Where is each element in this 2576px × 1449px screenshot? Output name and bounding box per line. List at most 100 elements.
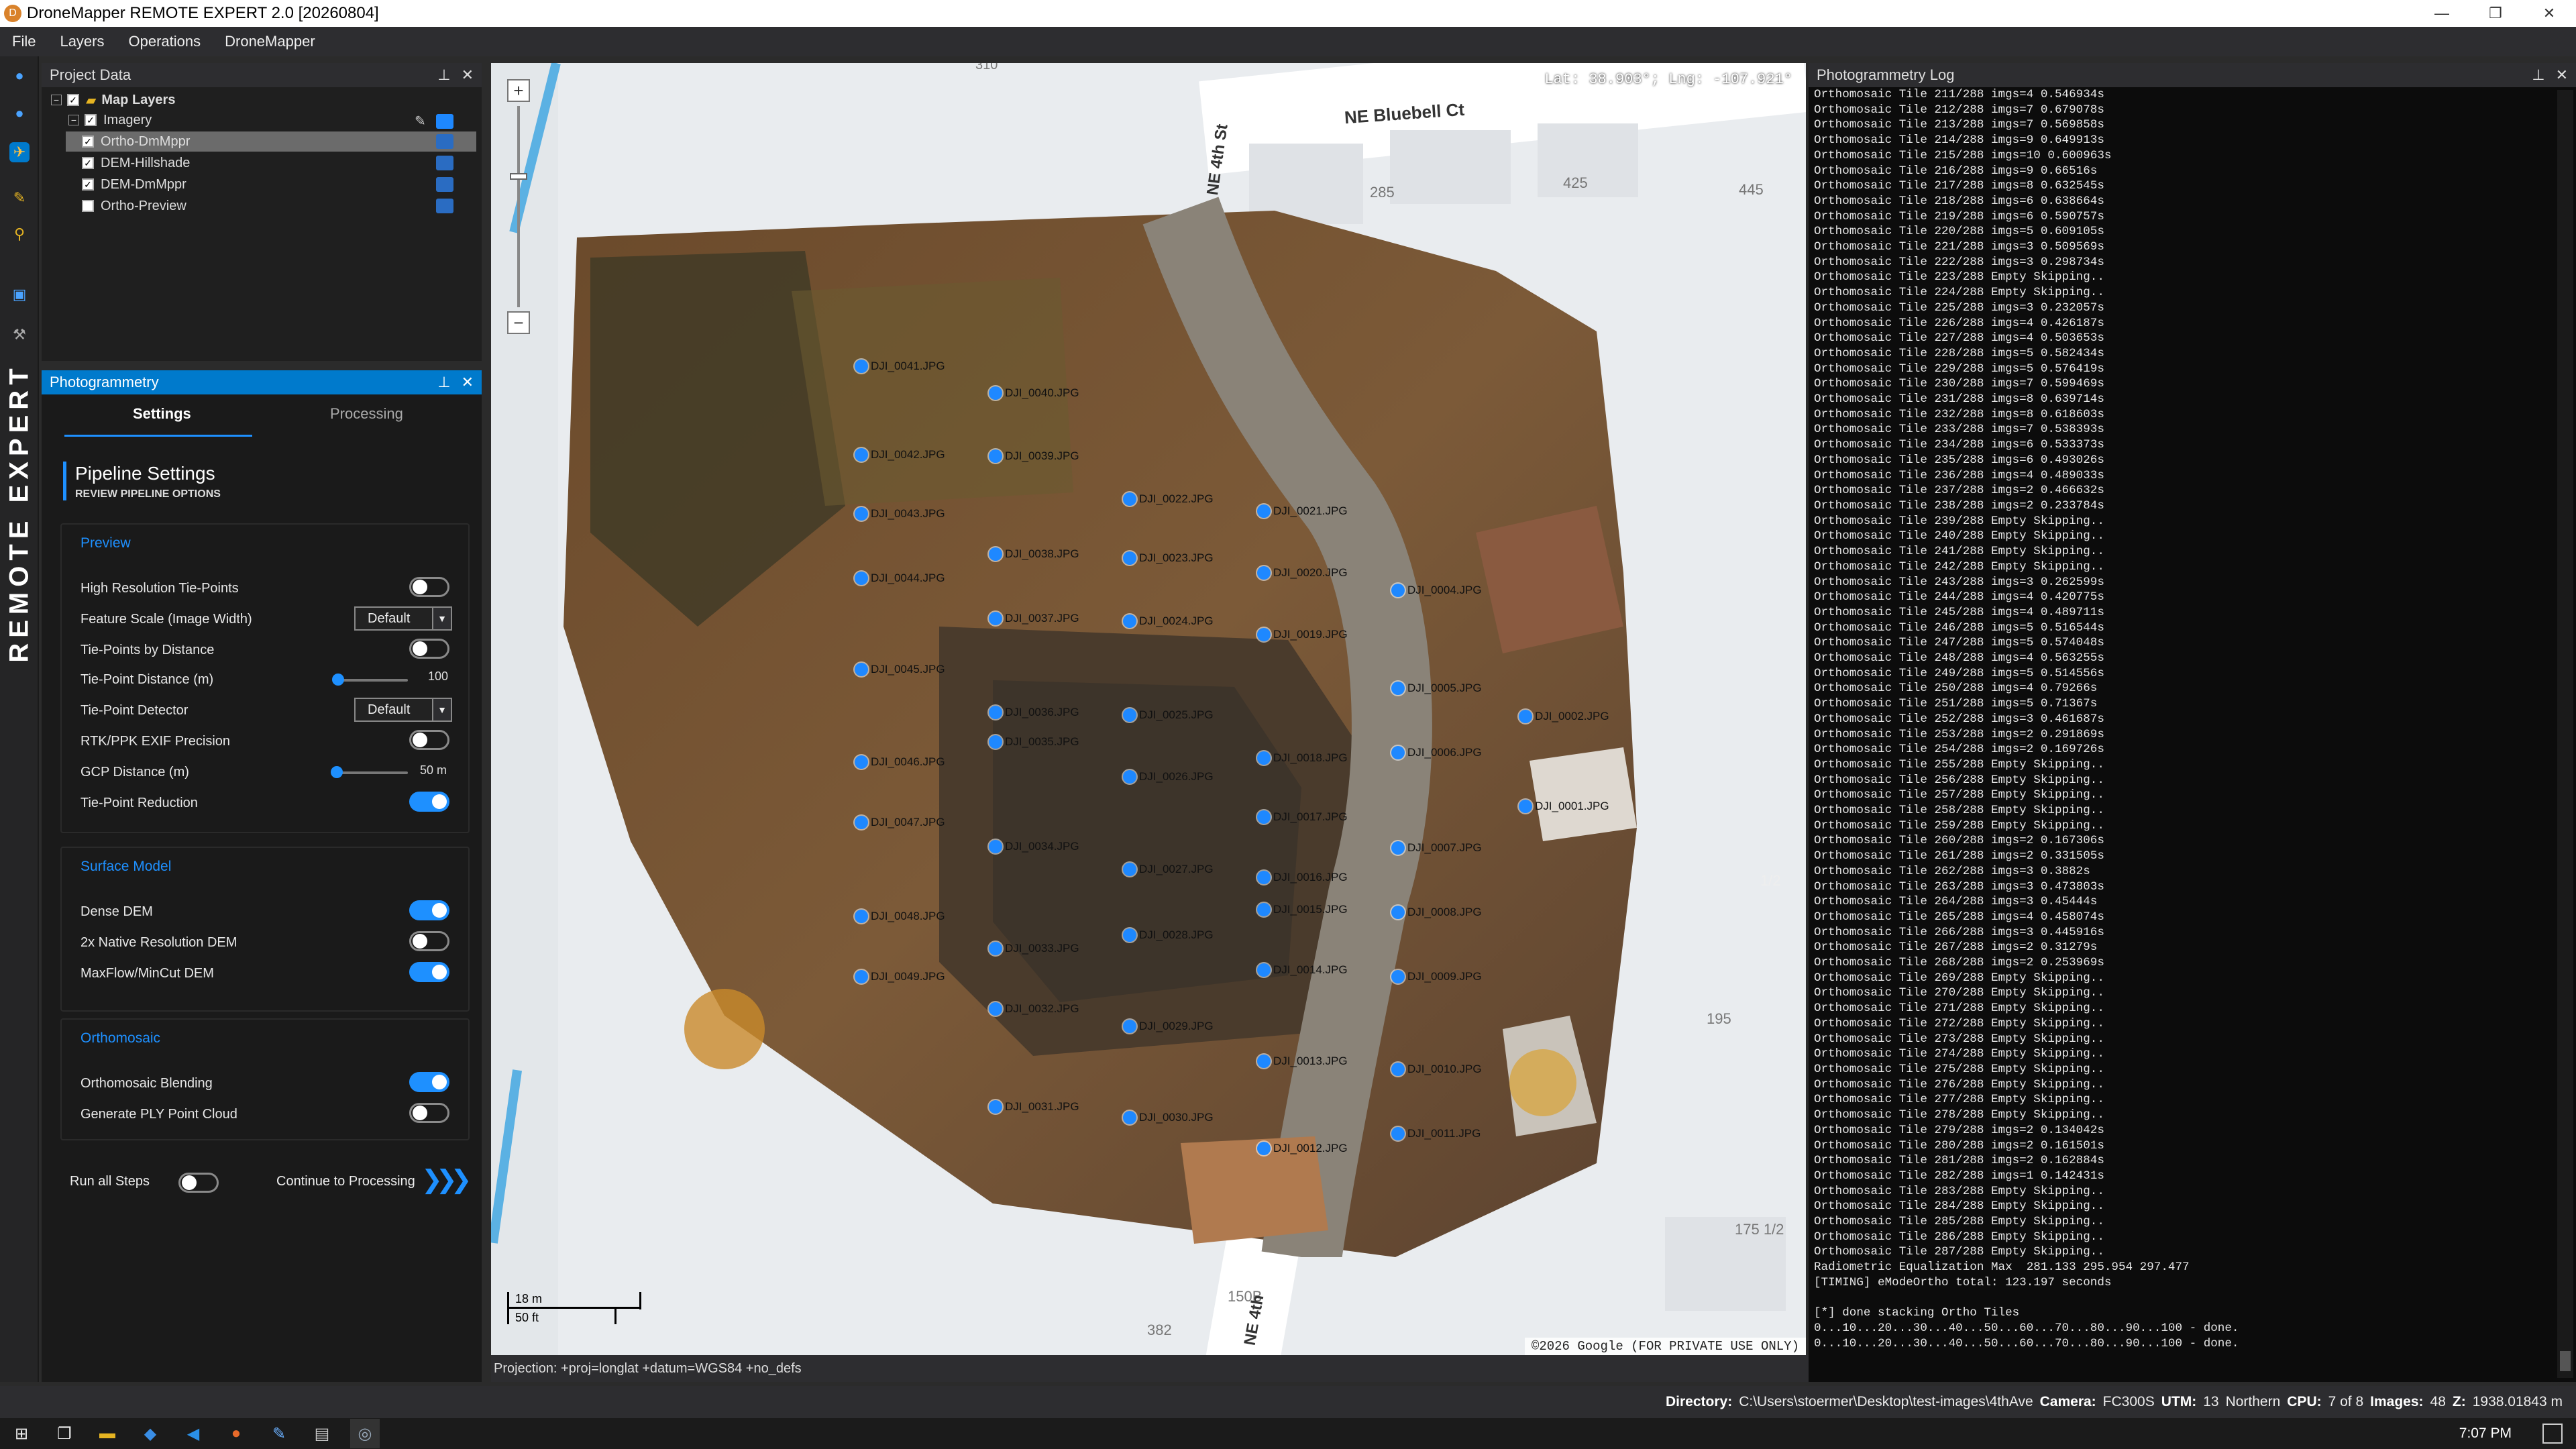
- photo-pin[interactable]: DJI_0025.JPG: [1123, 707, 1214, 723]
- camera-location-icon[interactable]: [1391, 584, 1405, 597]
- maxflow-toggle[interactable]: [409, 962, 449, 982]
- photo-pin[interactable]: DJI_0023.JPG: [1123, 550, 1214, 566]
- continue-arrow-icon[interactable]: ❯❯❯: [421, 1165, 472, 1195]
- camera-location-icon[interactable]: [1123, 770, 1136, 784]
- photo-pin[interactable]: DJI_0027.JPG: [1123, 861, 1214, 877]
- menu-operations[interactable]: Operations: [117, 33, 213, 50]
- map-view[interactable]: 310 285 425 445 195 175 1/2 150B 382 NE …: [491, 63, 1806, 1355]
- camera-icon[interactable]: ▣: [9, 284, 30, 305]
- photo-pin[interactable]: DJI_0049.JPG: [855, 969, 945, 985]
- camera-location-icon[interactable]: [989, 1002, 1002, 1016]
- log-scroll-thumb[interactable]: [2560, 1351, 2571, 1371]
- camera-location-icon[interactable]: [1391, 1127, 1405, 1140]
- file-explorer-icon[interactable]: ▬: [93, 1419, 122, 1448]
- photo-pin[interactable]: DJI_0019.JPG: [1257, 627, 1348, 643]
- zoom-in-button[interactable]: +: [507, 79, 530, 102]
- camera-location-icon[interactable]: [1257, 1142, 1271, 1155]
- camera-location-icon[interactable]: [855, 572, 868, 585]
- close-button[interactable]: ✕: [2522, 0, 2576, 27]
- camera-location-icon[interactable]: [1391, 746, 1405, 759]
- map-layers-checkbox[interactable]: ✓: [67, 94, 79, 106]
- photo-pin[interactable]: DJI_0014.JPG: [1257, 962, 1348, 978]
- tool-icon[interactable]: ✎: [264, 1419, 294, 1448]
- camera-location-icon[interactable]: [855, 360, 868, 373]
- photo-pin[interactable]: DJI_0015.JPG: [1257, 902, 1348, 918]
- photo-pin[interactable]: DJI_0048.JPG: [855, 908, 945, 924]
- zoom-out-button[interactable]: −: [507, 311, 530, 334]
- camera-location-icon[interactable]: [989, 735, 1002, 749]
- photo-pin[interactable]: DJI_0036.JPG: [989, 704, 1079, 720]
- photo-pin[interactable]: DJI_0005.JPG: [1391, 680, 1482, 696]
- camera-location-icon[interactable]: [989, 449, 1002, 463]
- photo-pin[interactable]: DJI_0007.JPG: [1391, 840, 1482, 856]
- photo-pin[interactable]: DJI_0016.JPG: [1257, 869, 1348, 885]
- dem-hillshade-checkbox[interactable]: ✓: [82, 157, 94, 169]
- terminal-icon[interactable]: ▤: [307, 1419, 337, 1448]
- camera-location-icon[interactable]: [1123, 1111, 1136, 1124]
- close-panel-icon[interactable]: ✕: [2556, 66, 2568, 84]
- photo-pin[interactable]: DJI_0033.JPG: [989, 941, 1079, 957]
- camera-location-icon[interactable]: [989, 612, 1002, 625]
- photo-pin[interactable]: DJI_0008.JPG: [1391, 904, 1482, 920]
- rtk-toggle[interactable]: [409, 730, 449, 750]
- photo-pin[interactable]: DJI_0028.JPG: [1123, 927, 1214, 943]
- camera-location-icon[interactable]: [1123, 551, 1136, 565]
- task-view-icon[interactable]: ❐: [50, 1419, 79, 1448]
- photo-pin[interactable]: DJI_0031.JPG: [989, 1099, 1079, 1115]
- camera-location-icon[interactable]: [855, 755, 868, 769]
- run-all-toggle[interactable]: [178, 1173, 219, 1193]
- camera-location-icon[interactable]: [855, 816, 868, 829]
- layers-icon[interactable]: ●: [9, 103, 30, 123]
- photo-pin[interactable]: DJI_0006.JPG: [1391, 745, 1482, 761]
- photo-pin[interactable]: DJI_0030.JPG: [1123, 1110, 1214, 1126]
- tree-imagery[interactable]: − ✓ Imagery: [68, 110, 152, 130]
- photo-pin[interactable]: DJI_0040.JPG: [989, 385, 1079, 401]
- photo-pin[interactable]: DJI_0026.JPG: [1123, 769, 1214, 785]
- layer-style-icon[interactable]: [436, 114, 453, 129]
- camera-location-icon[interactable]: [1123, 614, 1136, 628]
- minimize-button[interactable]: —: [2415, 0, 2469, 27]
- camera-location-icon[interactable]: [989, 386, 1002, 400]
- camera-location-icon[interactable]: [989, 547, 1002, 561]
- notification-icon[interactable]: [2542, 1424, 2563, 1444]
- close-panel-icon[interactable]: ✕: [462, 66, 474, 84]
- camera-location-icon[interactable]: [855, 507, 868, 521]
- photo-pin[interactable]: DJI_0035.JPG: [989, 734, 1079, 750]
- native-dem-toggle[interactable]: [409, 931, 449, 951]
- blending-toggle[interactable]: [409, 1072, 449, 1092]
- log-scrollbar[interactable]: [2557, 90, 2573, 1378]
- camera-location-icon[interactable]: [1519, 710, 1532, 723]
- camera-location-icon[interactable]: [1123, 863, 1136, 876]
- tab-processing[interactable]: Processing: [330, 405, 403, 423]
- photo-pin[interactable]: DJI_0018.JPG: [1257, 750, 1348, 766]
- camera-location-icon[interactable]: [1391, 682, 1405, 695]
- camera-location-icon[interactable]: [855, 448, 868, 462]
- start-icon[interactable]: ⊞: [7, 1419, 36, 1448]
- pin-icon[interactable]: ⊥: [2532, 66, 2544, 84]
- photo-pin[interactable]: DJI_0042.JPG: [855, 447, 945, 463]
- menu-layers[interactable]: Layers: [48, 33, 116, 50]
- camera-location-icon[interactable]: [989, 706, 1002, 719]
- camera-location-icon[interactable]: [1257, 628, 1271, 641]
- camera-location-icon[interactable]: [1123, 708, 1136, 722]
- photo-pin[interactable]: DJI_0010.JPG: [1391, 1061, 1482, 1077]
- reduction-toggle[interactable]: [409, 792, 449, 812]
- photo-pin[interactable]: DJI_0004.JPG: [1391, 582, 1482, 598]
- menu-file[interactable]: File: [0, 33, 48, 50]
- camera-location-icon[interactable]: [855, 970, 868, 983]
- photo-pin[interactable]: DJI_0045.JPG: [855, 661, 945, 678]
- high-res-toggle[interactable]: [409, 577, 449, 597]
- detector-select[interactable]: Default ▼: [354, 698, 452, 722]
- photo-pin[interactable]: DJI_0021.JPG: [1257, 503, 1348, 519]
- camera-location-icon[interactable]: [1257, 903, 1271, 916]
- camera-location-icon[interactable]: [1257, 1055, 1271, 1068]
- photo-pin[interactable]: DJI_0011.JPG: [1391, 1126, 1481, 1142]
- feature-scale-select[interactable]: Default ▼: [354, 606, 452, 631]
- restore-button[interactable]: ❐: [2469, 0, 2522, 27]
- camera-location-icon[interactable]: [1257, 751, 1271, 765]
- photo-pin[interactable]: DJI_0037.JPG: [989, 610, 1079, 627]
- photo-pin[interactable]: DJI_0047.JPG: [855, 814, 945, 830]
- pin-icon[interactable]: ⊥: [437, 66, 450, 84]
- photo-pin[interactable]: DJI_0013.JPG: [1257, 1053, 1348, 1069]
- grid-icon[interactable]: [436, 177, 453, 192]
